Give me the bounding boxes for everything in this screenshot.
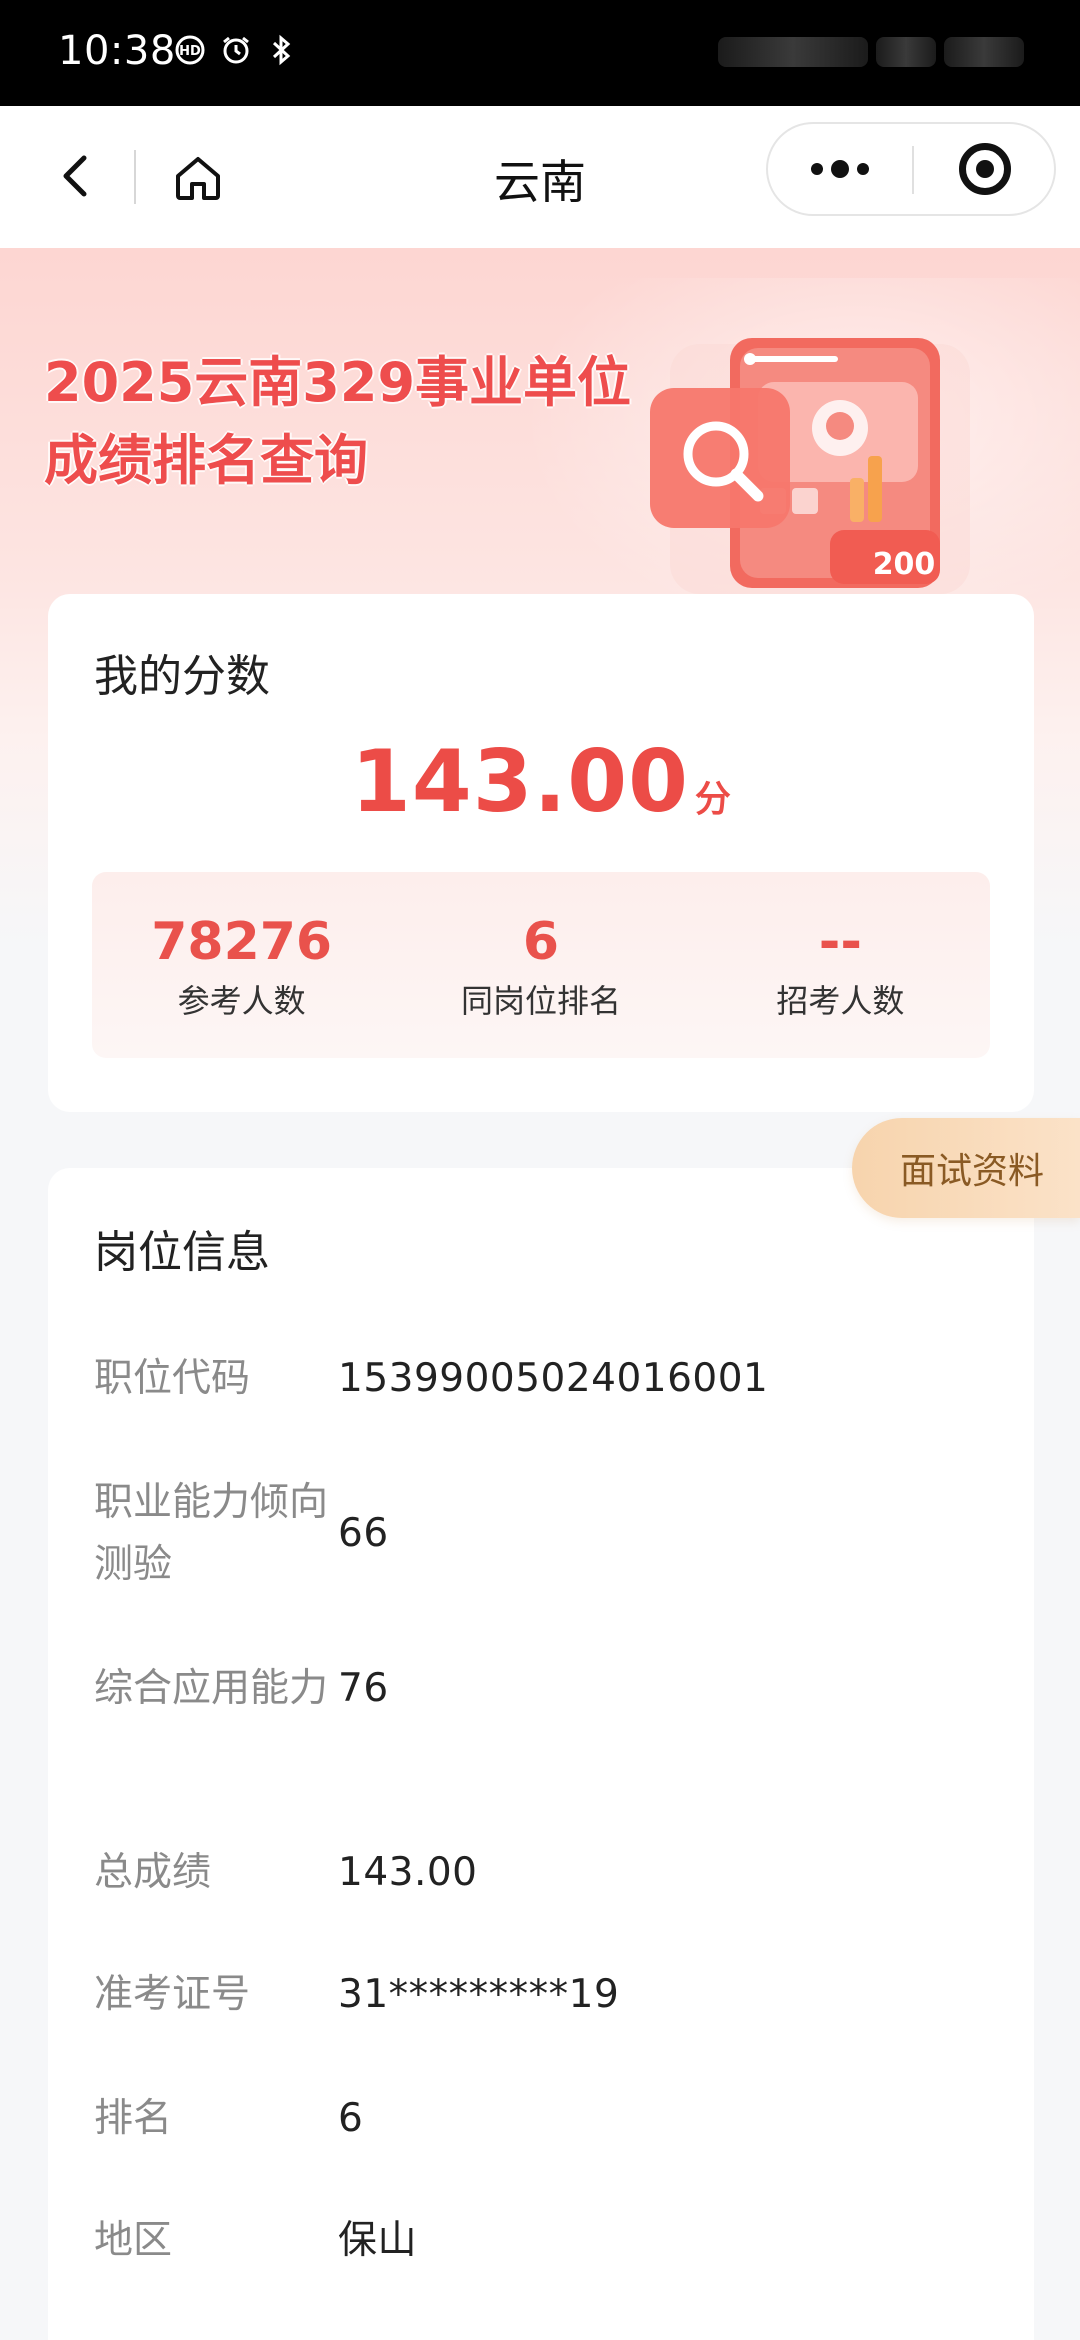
home-icon <box>176 157 220 200</box>
score-card-title: 我的分数 <box>94 651 270 702</box>
info-value: 143.00 <box>338 1850 478 1895</box>
info-label: 职业能力倾向测验 <box>94 1480 329 1587</box>
stat-value: 6 <box>522 912 560 972</box>
stat-value: -- <box>818 912 862 972</box>
info-row-aptitude-test: 职业能力倾向测验 66 <box>94 1472 994 1596</box>
hero-title: 2025云南329事业单位 成绩排名查询 <box>44 344 644 500</box>
svg-text:HD: HD <box>179 44 201 59</box>
stat-label: 同岗位排名 <box>460 982 621 1020</box>
info-row-region: 地区 保山 <box>94 2210 994 2272</box>
illustration-badge: 200 <box>873 547 936 582</box>
score-card: 我的分数 143.00 分 78276 参考人数 6 同岗位排名 -- 招考人数 <box>48 594 1034 1112</box>
stats-box: 78276 参考人数 6 同岗位排名 -- 招考人数 <box>92 872 990 1058</box>
nav-divider <box>134 150 136 204</box>
mini-program-capsule <box>766 122 1056 216</box>
info-row-position-code: 职位代码 15399005024016001 <box>94 1348 994 1410</box>
stat-label: 招考人数 <box>776 982 905 1020</box>
post-info-title: 岗位信息 <box>94 1227 270 1278</box>
target-icon <box>959 143 1011 195</box>
interview-materials-tab[interactable]: 面试资料 <box>852 1118 1080 1218</box>
info-label: 准考证号 <box>94 1972 251 2017</box>
bluetooth-icon <box>264 34 300 76</box>
hero-title-line2: 成绩排名查询 <box>44 429 368 492</box>
info-label: 职位代码 <box>94 1356 251 1401</box>
back-button[interactable] <box>44 144 108 208</box>
post-info-card: 岗位信息 职位代码 15399005024016001 职业能力倾向测验 66 … <box>48 1168 1034 2340</box>
info-value: 76 <box>338 1666 389 1711</box>
info-label: 综合应用能力 <box>94 1666 329 1711</box>
score-number: 143.00 <box>351 732 689 832</box>
score-unit: 分 <box>694 779 731 820</box>
stat-value: 78276 <box>151 912 333 972</box>
home-button[interactable] <box>164 144 232 212</box>
status-time: 10:38 <box>58 28 176 74</box>
stat-recruit-count: -- 招考人数 <box>691 872 990 1058</box>
close-mini-program-button[interactable] <box>914 124 1056 214</box>
stat-label: 参考人数 <box>177 982 306 1020</box>
battery-icon <box>944 37 1024 67</box>
info-row-total-score: 总成绩 143.00 <box>94 1842 994 1904</box>
info-value: 6 <box>338 2096 364 2141</box>
info-value: 保山 <box>338 2218 418 2263</box>
status-right-icons <box>704 30 1024 74</box>
alarm-icon <box>218 34 254 76</box>
info-row-comprehensive-ability: 综合应用能力 76 <box>94 1658 994 1720</box>
more-dots-icon <box>811 163 823 175</box>
hd-call-icon: HD <box>172 34 208 76</box>
info-label: 排名 <box>94 2096 173 2141</box>
nav-bar: 云南 <box>0 106 1080 248</box>
signal-icon <box>718 37 868 67</box>
info-value: 31*********19 <box>338 1972 620 2017</box>
chevron-left-icon <box>63 155 87 197</box>
info-label: 总成绩 <box>94 1850 212 1895</box>
status-icons: HD <box>172 34 300 76</box>
info-label: 地区 <box>94 2218 173 2263</box>
stat-post-rank: 6 同岗位排名 <box>391 872 690 1058</box>
info-value: 66 <box>338 1511 389 1556</box>
hero-title-line1: 2025云南329事业单位 <box>44 351 632 414</box>
page-title: 云南 <box>494 155 586 209</box>
wifi-icon <box>876 37 936 67</box>
more-dots-icon-right <box>857 163 869 175</box>
score-display: 143.00 分 <box>48 732 1034 832</box>
more-dots-icon-center <box>831 160 849 178</box>
info-row-admission-ticket: 准考证号 31*********19 <box>94 1964 994 2026</box>
info-value: 15399005024016001 <box>338 1356 769 1401</box>
info-row-rank: 排名 6 <box>94 2088 994 2150</box>
status-bar: 10:38 HD <box>0 0 1080 106</box>
more-button[interactable] <box>768 124 912 214</box>
stat-participants: 78276 参考人数 <box>92 872 391 1058</box>
